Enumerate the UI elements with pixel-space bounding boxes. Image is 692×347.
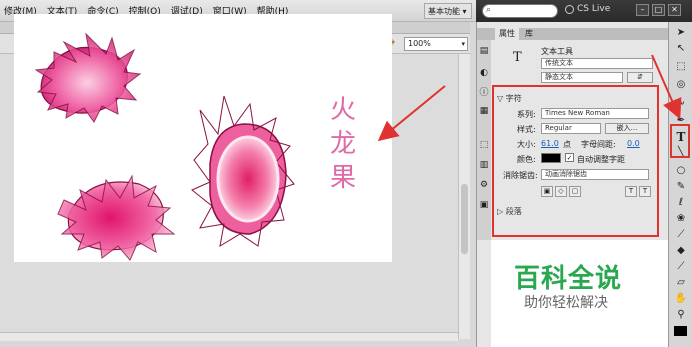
color-label: 颜色: [517,155,536,164]
character-section-header[interactable]: ▽ 字符 [497,93,522,104]
info-icon[interactable]: ⓘ [479,88,489,98]
close-button[interactable]: ✕ [668,4,681,16]
text-subtype-select[interactable]: 静态文本 [541,72,623,83]
font-family-select[interactable]: Times New Roman [541,108,649,119]
selection-tool-icon[interactable]: ➤ [673,26,689,40]
superscript-button[interactable]: T [625,186,637,197]
panel-tabs: 属性 库 [477,28,669,40]
actions-icon[interactable]: ⚙ [479,180,489,190]
character-section-label: 字符 [505,94,522,103]
color-icon[interactable]: ◐ [479,68,489,78]
vertical-scrollbar[interactable] [458,54,470,339]
free-transform-tool-icon[interactable]: ⬚ [673,60,689,74]
title-char-2: 龙 [329,129,356,159]
cs-live-button[interactable]: CS Live [565,4,610,14]
scroll-thumb[interactable] [461,184,468,254]
title-strip: ⌕ CS Live – □ ✕ [476,0,692,22]
anti-alias-value: 动画消除锯齿 [545,170,587,178]
library-icon[interactable]: ▤ [479,46,489,56]
border-button[interactable]: ▢ [569,186,581,197]
hand-tool-icon[interactable]: ✋ [673,292,689,306]
tools-panel: ➤ ↖ ⬚ ◎ ∿ ✒ T ╲ ○ ✎ ℓ ❀ ⟋ ◆ ⟋ ▱ ✋ ⚲ [668,22,692,347]
3d-rotation-tool-icon[interactable]: ◎ [673,78,689,92]
subselection-tool-icon[interactable]: ↖ [673,42,689,56]
text-color-swatch[interactable] [541,153,561,163]
selectable-button[interactable]: ▣ [541,186,553,197]
zoom-value: 100% [408,39,431,48]
watermark-subtitle: 助你轻松解决 [524,295,608,311]
font-style-value: Regular [545,124,572,132]
workspace-switcher[interactable]: 基本功能 ▾ [424,3,472,19]
dragonfruit-cut [191,95,295,247]
search-icon: ⌕ [486,5,492,15]
tab-library[interactable]: 库 [521,28,537,40]
horizontal-scrollbar[interactable] [0,332,458,341]
zoom-select[interactable]: 100% ▾ [404,37,468,51]
cs-live-icon [565,4,574,14]
watermark-title: 百科全说 [514,264,623,294]
bone-tool-icon[interactable]: ⟋ [673,228,689,242]
minimize-button[interactable]: – [636,4,649,16]
stroke-color-swatch[interactable] [674,326,687,336]
zoom-tool-icon[interactable]: ⚲ [673,308,689,322]
dragonfruit-1 [34,32,142,123]
brush-tool-icon[interactable]: ℓ [673,196,689,210]
subscript-button[interactable]: T [639,186,651,197]
deco-tool-icon[interactable]: ❀ [673,212,689,226]
auto-kern-checkbox[interactable]: ✓ [565,153,574,162]
align-icon[interactable]: ▦ [479,106,489,116]
title-char-1: 火 [329,95,356,125]
search-input[interactable]: ⌕ [482,4,558,18]
anti-alias-label: 消除锯齿: [503,171,538,180]
size-label: 大小: [517,140,536,149]
dragonfruit-2 [57,174,176,261]
text-type-select[interactable]: 传统文本 [541,58,653,69]
swatches-icon[interactable]: ▥ [479,160,489,170]
eraser-tool-icon[interactable]: ▱ [673,276,689,290]
maximize-button[interactable]: □ [652,4,665,16]
transform-icon[interactable]: ⬚ [479,140,489,150]
style-label: 样式: [517,125,536,134]
tab-properties[interactable]: 属性 [495,28,519,40]
text-type-value: 传统文本 [545,59,573,67]
title-char-3: 果 [329,163,356,193]
components-icon[interactable]: ▣ [479,200,489,210]
font-style-select[interactable]: Regular [541,123,601,134]
tool-name: 文本工具 [541,47,573,56]
panel-icon-strip: ▤ ◐ ⓘ ▦ ⬚ ▥ ⚙ ▣ [477,40,491,240]
oval-tool-icon[interactable]: ○ [673,164,689,178]
font-size-value[interactable]: 61.0 [541,139,559,148]
render-html-button[interactable]: ◇ [555,186,567,197]
stage-title-text[interactable]: 火 龙 果 [328,93,358,195]
pencil-tool-icon[interactable]: ✎ [673,180,689,194]
text-tool-icon: T [513,50,522,65]
embed-button[interactable]: 嵌入... [605,123,649,134]
eyedropper-tool-icon[interactable]: ⟋ [673,260,689,274]
lasso-tool-icon[interactable]: ∿ [673,96,689,110]
chevron-down-icon: ▾ [461,40,465,48]
size-unit: 点 [563,140,571,149]
orientation-button[interactable]: ⇵ [627,72,653,83]
letter-spacing-label: 字母间距: [581,140,616,149]
family-label: 系列: [517,110,536,119]
cs-live-label: CS Live [577,4,611,14]
highlight-box-text-tool [670,124,690,158]
anti-alias-select[interactable]: 动画消除锯齿 [541,169,649,180]
letter-spacing-value[interactable]: 0.0 [627,139,640,148]
paragraph-section-label: 段落 [505,207,522,216]
paint-bucket-tool-icon[interactable]: ◆ [673,244,689,258]
auto-kern-label: 自动调整字距 [577,155,625,164]
paragraph-section-header[interactable]: ▷ 段落 [497,206,522,217]
font-family-value: Times New Roman [545,109,610,117]
text-subtype-value: 静态文本 [545,73,573,81]
